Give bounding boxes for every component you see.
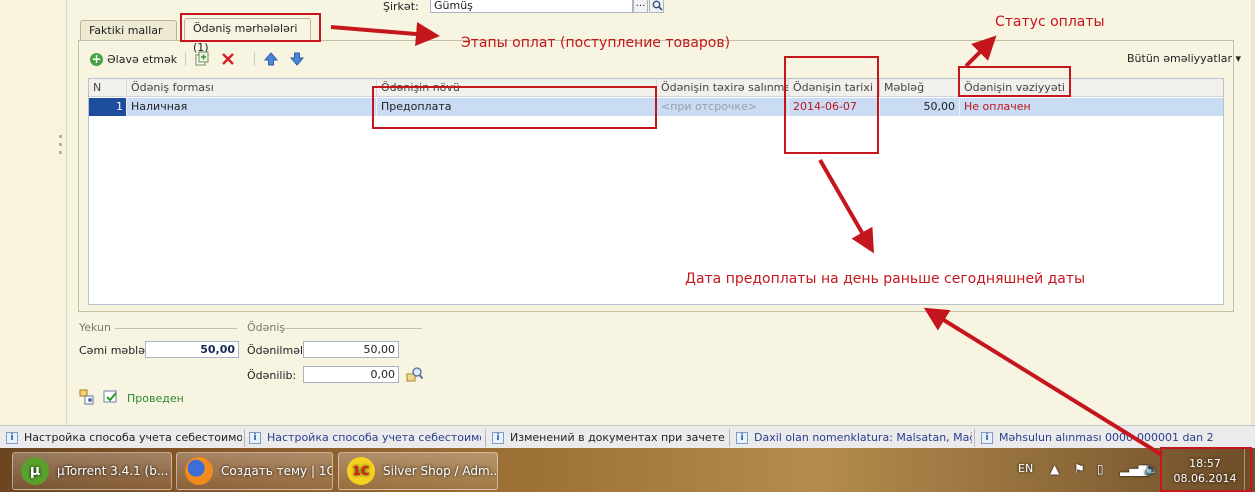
annotation-arrows xyxy=(330,22,1164,457)
arrow-to-tab xyxy=(330,22,440,46)
arrow-to-status xyxy=(964,35,997,68)
arrow-to-date xyxy=(818,158,875,254)
arrow-to-clock xyxy=(923,307,1164,457)
